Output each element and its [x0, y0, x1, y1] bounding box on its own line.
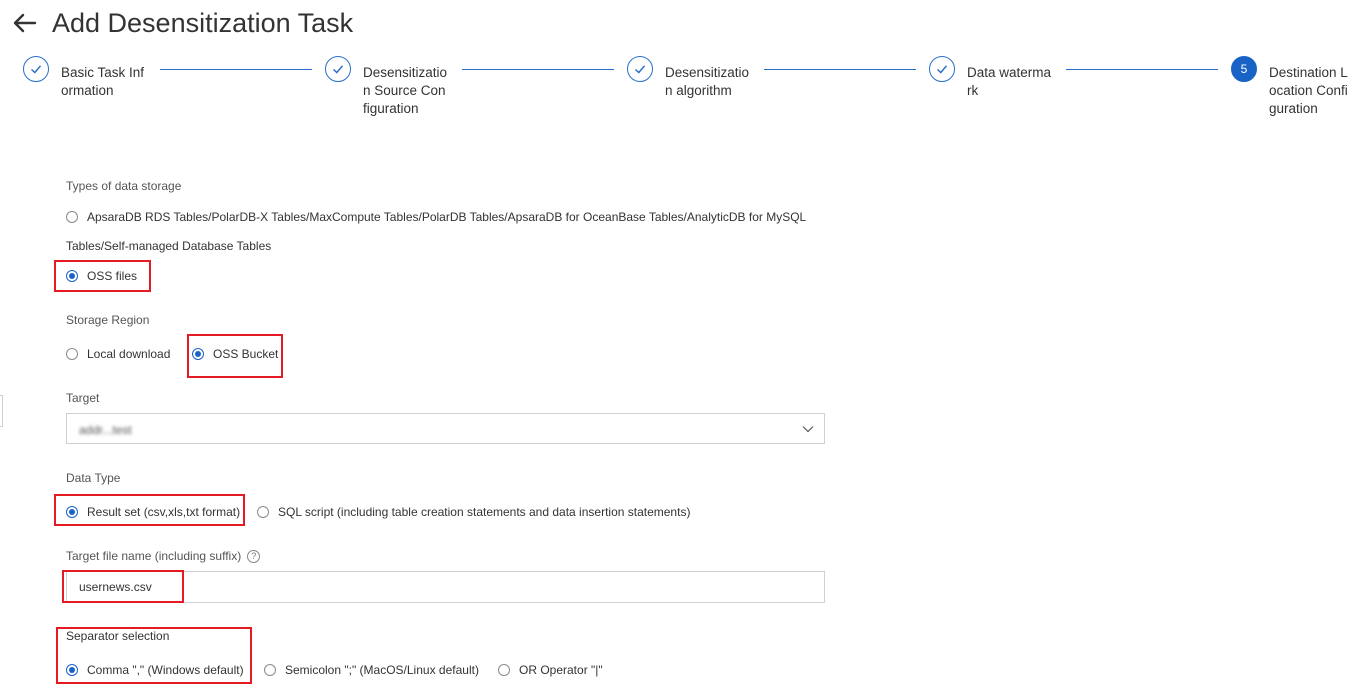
step-label: Desensitization algorithm [665, 65, 750, 98]
storage-region-label: Storage Region [66, 313, 150, 327]
radio-button[interactable] [264, 664, 276, 676]
file-name-input[interactable] [66, 571, 825, 603]
storage-type-option-db-tables[interactable]: ApsaraDB RDS Tables/PolarDB-X Tables/Max… [66, 210, 806, 224]
step-basic-task-information: Basic Task Information [23, 56, 147, 100]
data-type-option-sql-script[interactable]: SQL script (including table creation sta… [257, 505, 690, 519]
target-select[interactable]: addr...test [66, 413, 825, 444]
step-connector [764, 69, 916, 70]
separator-option-or-operator[interactable]: OR Operator "|" [498, 663, 603, 677]
checkmark-icon [627, 56, 653, 82]
checkmark-icon [23, 56, 49, 82]
step-number: 5 [1231, 56, 1257, 82]
target-label: Target [66, 391, 100, 405]
separator-label: Separator selection [66, 629, 170, 643]
option-label: Comma "," (Windows default) [87, 663, 244, 677]
step-connector [462, 69, 614, 70]
option-label: SQL script (including table creation sta… [278, 505, 691, 519]
radio-button[interactable] [257, 506, 269, 518]
radio-button[interactable] [66, 211, 78, 223]
storage-type-option-oss-files[interactable]: OSS files [66, 269, 137, 283]
step-label: Data watermark [967, 65, 1052, 98]
step-label: Basic Task Information [61, 65, 145, 98]
data-type-option-result-set[interactable]: Result set (csv,xls,txt format) [66, 505, 240, 519]
separator-option-comma[interactable]: Comma "," (Windows default) [66, 663, 244, 677]
data-type-label: Data Type [66, 471, 121, 485]
separator-option-semicolon[interactable]: Semicolon ";" (MacOS/Linux default) [264, 663, 479, 677]
option-label: Result set (csv,xls,txt format) [87, 505, 241, 519]
radio-button-checked[interactable] [66, 664, 78, 676]
radio-button-checked[interactable] [66, 506, 78, 518]
radio-button-checked[interactable] [66, 270, 78, 282]
target-select-value: addr...test [79, 423, 132, 437]
option-label: Local download [87, 347, 171, 361]
radio-button-checked[interactable] [192, 348, 204, 360]
side-panel-handle[interactable] [0, 395, 3, 427]
radio-button[interactable] [66, 348, 78, 360]
file-name-label: Target file name (including suffix) [66, 549, 242, 563]
back-arrow-icon[interactable] [10, 9, 38, 37]
option-label: OSS files [87, 269, 138, 283]
option-label: OR Operator "|" [519, 663, 603, 677]
checkmark-icon [325, 56, 351, 82]
step-progress: Basic Task Information Desensitization S… [0, 56, 1364, 146]
step-connector [160, 69, 312, 70]
option-label-continued: Tables/Self-managed Database Tables [66, 239, 272, 253]
storage-region-option-oss-bucket[interactable]: OSS Bucket [192, 347, 278, 361]
option-label: Semicolon ";" (MacOS/Linux default) [285, 663, 479, 677]
step-desensitization-source: Desensitization Source Configuration [325, 56, 449, 118]
option-label: OSS Bucket [213, 347, 279, 361]
file-name-label-row: Target file name (including suffix) ? [66, 549, 261, 563]
option-label: ApsaraDB RDS Tables/PolarDB-X Tables/Max… [87, 210, 807, 224]
step-label: Desensitization Source Configuration [363, 65, 448, 116]
step-connector [1066, 69, 1218, 70]
step-data-watermark: Data watermark [929, 56, 1053, 100]
help-icon[interactable]: ? [247, 549, 261, 563]
chevron-down-icon [802, 426, 814, 433]
radio-button[interactable] [498, 664, 510, 676]
page-title: Add Desensitization Task [52, 7, 354, 38]
storage-region-option-local-download[interactable]: Local download [66, 347, 170, 361]
step-label: Destination Location Configuration [1269, 65, 1348, 116]
page-header: Add Desensitization Task [10, 6, 353, 40]
checkmark-icon [929, 56, 955, 82]
storage-type-label: Types of data storage [66, 179, 182, 193]
step-desensitization-algorithm: Desensitization algorithm [627, 56, 751, 100]
step-destination-location: 5 Destination Location Configuration [1231, 56, 1355, 118]
